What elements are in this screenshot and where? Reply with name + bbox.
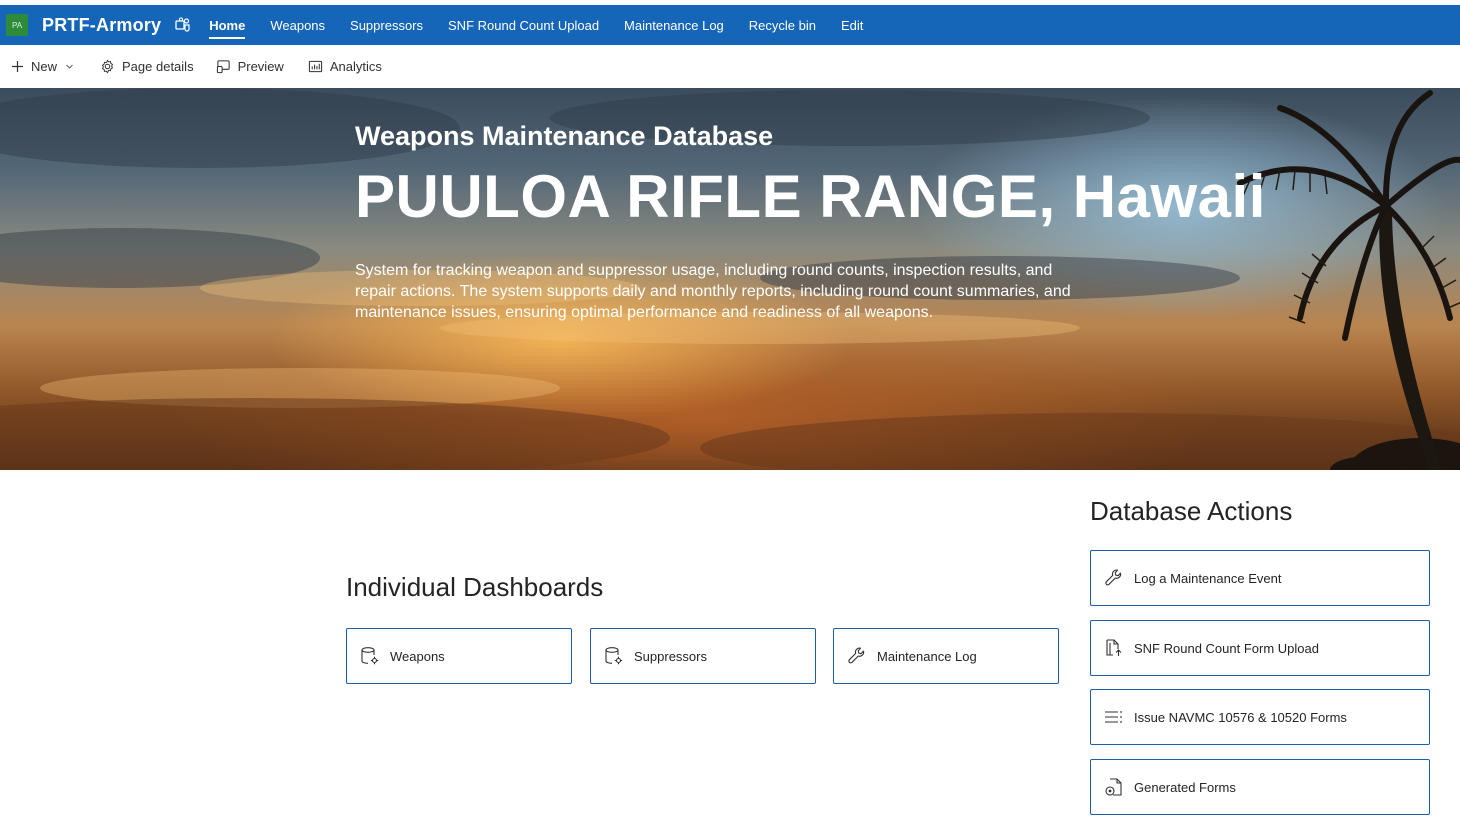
dashboard-tile-maintenance-log[interactable]: Maintenance Log xyxy=(833,628,1059,684)
preview-label: Preview xyxy=(237,59,284,74)
action-tile-label: Log a Maintenance Event xyxy=(1134,570,1282,586)
nav-item-snf-round-count-upload[interactable]: SNF Round Count Upload xyxy=(448,5,599,45)
wrench-icon xyxy=(1103,567,1125,589)
hero-eyebrow: Weapons Maintenance Database xyxy=(355,121,774,151)
nav-item-suppressors[interactable]: Suppressors xyxy=(350,5,423,45)
nav-item-maintenance-log[interactable]: Maintenance Log xyxy=(624,5,724,45)
nav-item-edit[interactable]: Edit xyxy=(841,5,863,45)
top-navigation: Home Weapons Suppressors SNF Round Count… xyxy=(209,5,888,45)
database-actions-heading: Database Actions xyxy=(1090,496,1293,526)
site-header: PA PRTF-Armory Home Weapons Suppressors … xyxy=(0,5,1460,45)
database-gear-icon xyxy=(603,645,625,667)
action-generated-forms[interactable]: Generated Forms xyxy=(1090,759,1430,815)
action-snf-round-count-form-upload[interactable]: SNF Round Count Form Upload xyxy=(1090,620,1430,676)
new-button[interactable]: New xyxy=(11,59,74,74)
action-tile-label: Generated Forms xyxy=(1134,779,1236,795)
nav-item-recycle-bin[interactable]: Recycle bin xyxy=(749,5,816,45)
teams-icon[interactable] xyxy=(175,17,191,33)
analytics-label: Analytics xyxy=(329,59,382,74)
nav-item-home[interactable]: Home xyxy=(209,5,246,45)
dashboard-tile-weapons[interactable]: Weapons xyxy=(346,628,572,684)
dashboard-tile-suppressors[interactable]: Suppressors xyxy=(590,628,816,684)
list-icon xyxy=(1103,706,1125,728)
dashboard-tile-label: Maintenance Log xyxy=(877,648,977,664)
nav-item-weapons[interactable]: Weapons xyxy=(270,5,325,45)
hero-title: PUULOA RIFLE RANGE, Hawaii xyxy=(355,163,1266,230)
document-gear-icon xyxy=(1103,776,1125,798)
page-details-button[interactable]: Page details xyxy=(100,59,194,74)
site-logo[interactable]: PA xyxy=(6,14,28,36)
preview-button[interactable]: Preview xyxy=(216,59,284,74)
gear-icon xyxy=(101,59,114,74)
hero-banner: Weapons Maintenance Database PUULOA RIFL… xyxy=(0,88,1460,470)
preview-icon xyxy=(216,60,230,74)
dashboard-tile-label: Weapons xyxy=(390,648,445,664)
hero-description: System for tracking weapon and suppresso… xyxy=(355,262,1071,321)
plus-icon xyxy=(12,61,23,72)
analytics-icon xyxy=(308,60,322,73)
action-log-maintenance-event[interactable]: Log a Maintenance Event xyxy=(1090,550,1430,606)
analytics-button[interactable]: Analytics xyxy=(308,59,382,74)
document-upload-icon xyxy=(1103,637,1125,659)
action-tile-label: Issue NAVMC 10576 & 10520 Forms xyxy=(1134,709,1347,725)
dashboard-tile-label: Suppressors xyxy=(634,648,707,664)
action-tile-label: SNF Round Count Form Upload xyxy=(1134,640,1319,656)
page-details-label: Page details xyxy=(122,59,194,74)
site-title[interactable]: PRTF-Armory xyxy=(42,15,161,36)
command-bar: New Page details Preview Analytics xyxy=(0,45,1460,88)
individual-dashboards-heading: Individual Dashboards xyxy=(346,572,604,602)
new-label: New xyxy=(31,59,58,74)
action-issue-navmc-forms[interactable]: Issue NAVMC 10576 & 10520 Forms xyxy=(1090,689,1430,745)
chevron-down-icon xyxy=(66,64,73,69)
database-gear-icon xyxy=(359,645,381,667)
wrench-icon xyxy=(846,645,868,667)
palm-tree-image xyxy=(1237,90,1460,470)
